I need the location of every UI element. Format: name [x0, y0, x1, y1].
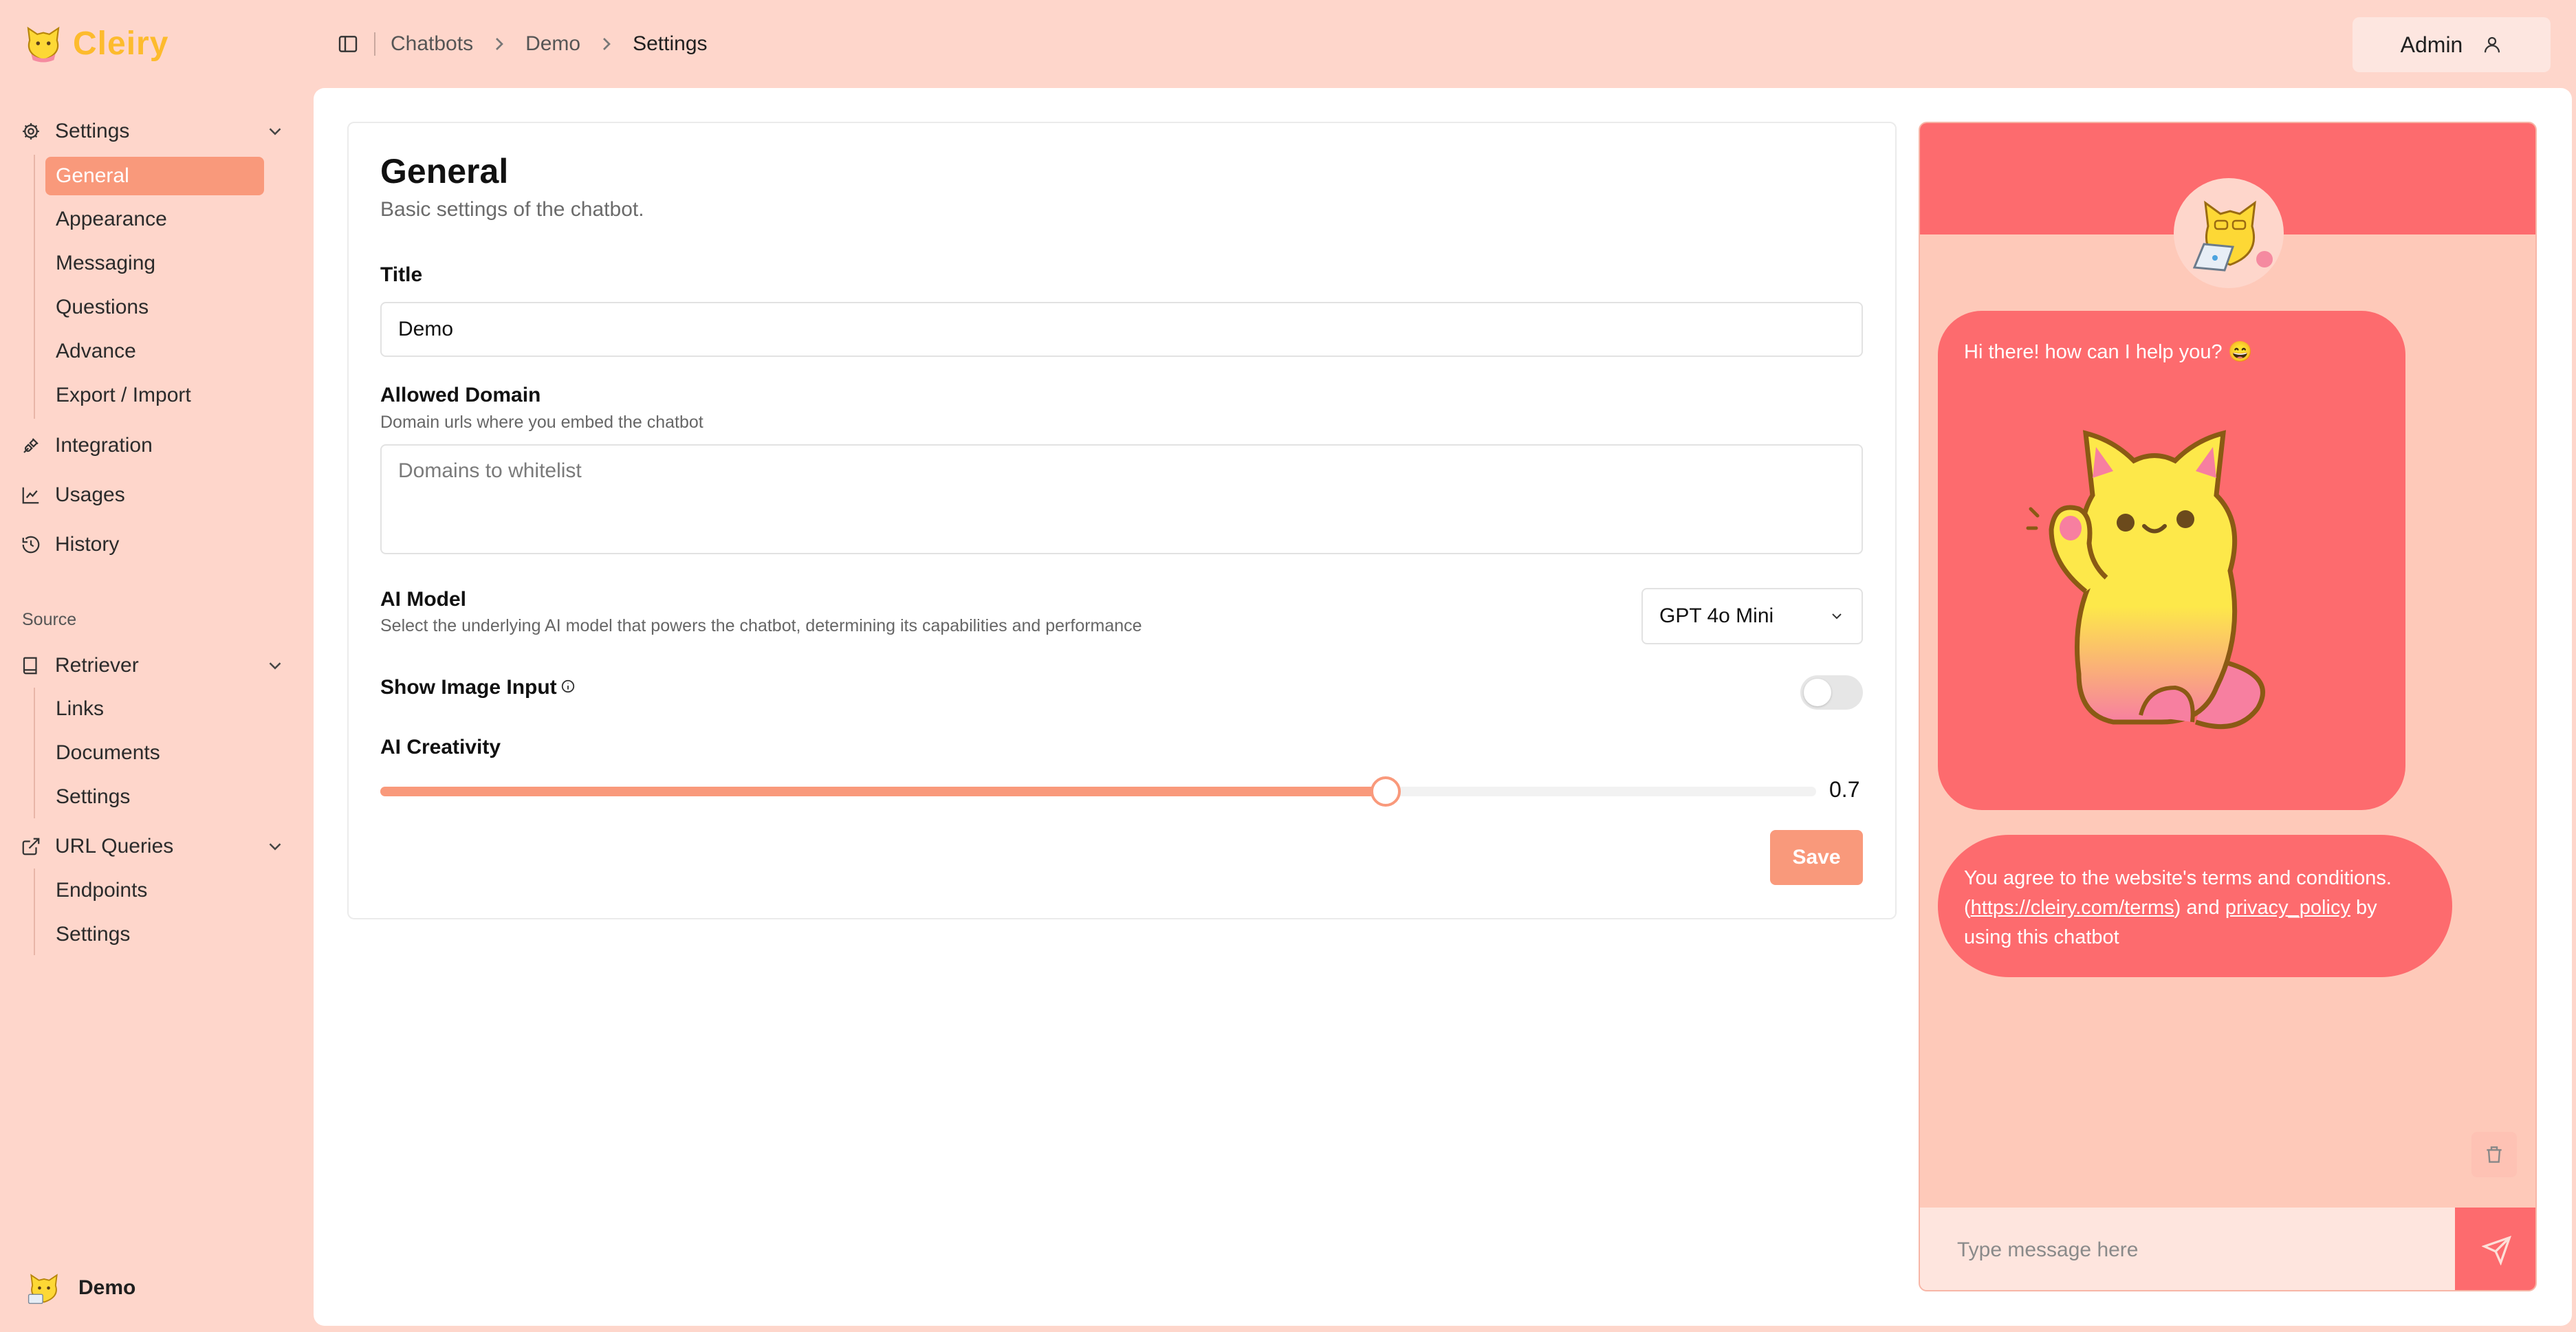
sidebar-item-messaging[interactable]: Messaging — [45, 244, 264, 283]
gear-icon — [23, 123, 39, 140]
breadcrumb-chatbots[interactable]: Chatbots — [391, 32, 473, 56]
title-input[interactable] — [380, 302, 1863, 357]
sidebar-tree-line — [34, 155, 35, 419]
save-button[interactable]: Save — [1770, 830, 1863, 885]
bot-greeting-text: Hi there! how can I help you? 😄 — [1964, 341, 2253, 363]
bot-greeting-bubble: Hi there! how can I help you? 😄 — [1938, 311, 2405, 810]
chart-line-icon — [22, 487, 39, 504]
workspace-name: Demo — [78, 1276, 136, 1299]
trash-icon — [2487, 1146, 2502, 1163]
external-link-icon — [22, 838, 40, 855]
chatbot-avatar — [2174, 178, 2284, 288]
workspace-switcher[interactable]: Demo — [25, 1269, 135, 1307]
sidebar-retriever-group[interactable]: Retriever — [21, 648, 285, 684]
sidebar-item-history[interactable]: History — [21, 527, 119, 563]
chevron-down-icon[interactable] — [265, 655, 285, 676]
terms-text-middle: ) and — [2174, 897, 2225, 919]
book-icon — [23, 657, 37, 675]
sidebar-url-queries-group[interactable]: URL Queries — [21, 829, 285, 864]
chevron-right-icon — [603, 38, 611, 50]
sidebar-section-source: Source — [22, 610, 77, 629]
sidebar-item-documents[interactable]: Documents — [45, 734, 264, 772]
slider-thumb[interactable] — [1370, 776, 1401, 807]
waving-cat-illustration — [2026, 430, 2265, 730]
chevron-down-icon[interactable] — [265, 836, 285, 857]
app-name: Cleiry — [73, 25, 169, 62]
ai-creativity-value: 0.7 — [1829, 777, 1860, 802]
ai-creativity-label: AI Creativity — [380, 736, 501, 758]
plug-icon — [23, 438, 39, 453]
sidebar-tree-line — [34, 869, 35, 955]
sidebar-history-label: History — [55, 533, 120, 556]
sidebar-item-export-import[interactable]: Export / Import — [45, 376, 264, 415]
user-menu-button[interactable]: Admin — [2353, 17, 2551, 72]
clear-chat-button[interactable] — [2471, 1132, 2517, 1177]
cat-laptop-icon — [2192, 200, 2273, 272]
sidebar-usages-label: Usages — [55, 483, 125, 506]
send-button[interactable] — [2455, 1208, 2535, 1290]
breadcrumb-demo[interactable]: Demo — [525, 32, 580, 56]
sidebar-integration-label: Integration — [55, 434, 153, 457]
breadcrumb-settings: Settings — [633, 32, 708, 55]
divider — [374, 32, 375, 56]
image-input-label: Show Image Input — [380, 676, 557, 699]
chevron-right-icon — [496, 38, 503, 50]
ai-model-value: GPT 4o Mini — [1659, 604, 1774, 627]
sidebar-item-advance[interactable]: Advance — [45, 332, 264, 371]
info-icon[interactable] — [560, 679, 576, 694]
ai-model-label: AI Model — [380, 588, 466, 611]
top-bar: Chatbots Demo Settings — [337, 26, 708, 62]
sidebar-item-links[interactable]: Links — [45, 690, 264, 728]
sidebar-url-queries-label: URL Queries — [55, 835, 174, 858]
sidebar-item-url-settings[interactable]: Settings — [45, 915, 264, 954]
chevron-down-icon — [1832, 613, 1842, 620]
sidebar-item-general[interactable]: General — [45, 157, 264, 195]
chevron-down-icon[interactable] — [265, 121, 285, 142]
title-label: Title — [380, 263, 423, 286]
sidebar-item-endpoints[interactable]: Endpoints — [45, 871, 264, 910]
sidebar-settings-label: Settings — [55, 120, 130, 142]
image-input-toggle[interactable] — [1800, 675, 1863, 710]
page-title: General — [380, 152, 509, 190]
sidebar-item-questions[interactable]: Questions — [45, 288, 264, 327]
page-subtitle: Basic settings of the chatbot. — [380, 198, 644, 221]
ai-model-hint: Select the underlying AI model that powe… — [380, 616, 1142, 635]
allowed-domain-textarea[interactable] — [380, 444, 1863, 554]
cat-logo-icon — [27, 26, 60, 63]
slider-fill — [380, 787, 1386, 796]
chat-message-input[interactable] — [1920, 1208, 2455, 1290]
sidebar-retriever-label: Retriever — [55, 654, 139, 677]
terms-link[interactable]: https://cleiry.com/terms — [1971, 897, 2174, 919]
ai-model-select[interactable]: GPT 4o Mini — [1641, 588, 1863, 644]
privacy-policy-link[interactable]: privacy_policy — [2225, 897, 2350, 919]
send-icon — [2481, 1235, 2511, 1265]
terms-bubble: You agree to the website's terms and con… — [1938, 835, 2452, 977]
allowed-domain-hint: Domain urls where you embed the chatbot — [380, 413, 703, 432]
sidebar-item-retriever-settings[interactable]: Settings — [45, 778, 264, 816]
ai-creativity-slider[interactable] — [380, 776, 1816, 807]
user-name: Admin — [2400, 32, 2463, 57]
sidebar-item-usages[interactable]: Usages — [21, 477, 125, 513]
history-icon — [22, 536, 40, 554]
app-logo[interactable]: Cleiry — [21, 19, 168, 67]
user-icon — [2485, 36, 2500, 53]
sidebar-tree-line — [34, 688, 35, 818]
chat-preview: Hi there! how can I help you? 😄 You agre… — [1919, 122, 2537, 1291]
allowed-domain-label: Allowed Domain — [380, 384, 541, 406]
sidebar-item-appearance[interactable]: Appearance — [45, 200, 264, 239]
workspace-avatar-icon — [28, 1274, 58, 1304]
sidebar-toggle-icon[interactable] — [337, 33, 359, 55]
sidebar-settings-group[interactable]: Settings — [21, 113, 285, 149]
sidebar-item-integration[interactable]: Integration — [21, 428, 153, 463]
